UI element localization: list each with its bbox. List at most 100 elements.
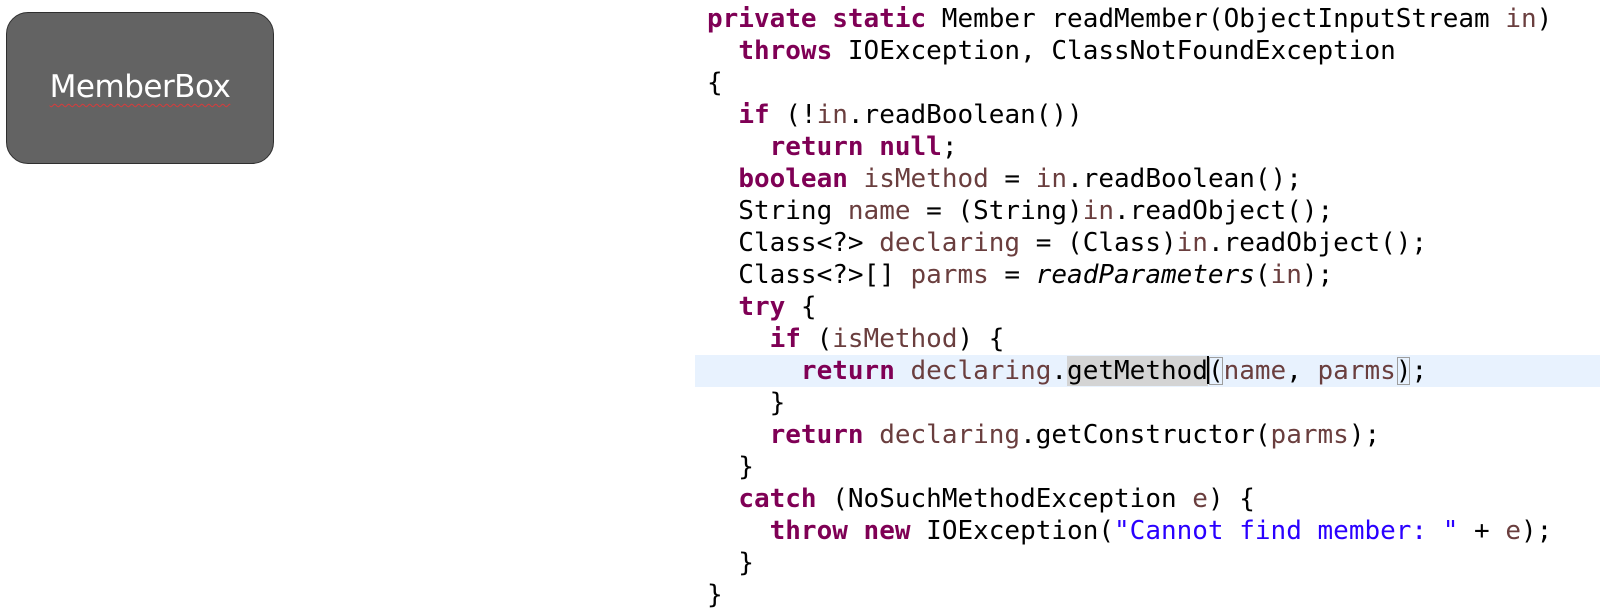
code-line-current[interactable]: return declaring.getMethod(name, parms); — [695, 355, 1600, 387]
code-token: , — [1286, 356, 1318, 386]
code-line[interactable]: } — [695, 451, 1600, 483]
code-token: ); — [1348, 420, 1381, 450]
keyword-token: boolean — [738, 164, 848, 194]
code-token: .readObject(); — [1114, 196, 1334, 226]
code-line[interactable]: try { — [695, 291, 1600, 323]
code-token: .readObject(); — [1207, 228, 1428, 258]
variable-token: isMethod — [863, 164, 989, 194]
code-token: (! — [769, 100, 817, 130]
variable-token: e — [1192, 484, 1208, 514]
keyword-token: return — [769, 420, 864, 450]
keyword-token: catch — [738, 484, 817, 514]
matching-bracket-token: ) — [1395, 356, 1412, 386]
code-token: + — [1458, 516, 1506, 546]
code-line[interactable]: Class<?> declaring = (Class)in.readObjec… — [695, 227, 1600, 259]
code-line[interactable]: throws IOException, ClassNotFoundExcepti… — [695, 35, 1600, 67]
code-token: = — [988, 164, 1036, 194]
code-token: ) { — [957, 324, 1005, 354]
keyword-token: private static — [707, 4, 927, 34]
keyword-token: try — [738, 292, 786, 322]
code-line[interactable]: private static Member readMember(ObjectI… — [695, 3, 1600, 35]
code-token: .readBoolean(); — [1067, 164, 1302, 194]
code-token: ); — [1301, 260, 1334, 290]
code-line[interactable]: } — [695, 387, 1600, 419]
variable-token: declaring — [910, 356, 1052, 386]
code-token: Member readMember(ObjectInputStream — [926, 4, 1506, 34]
code-editor[interactable]: private static Member readMember(ObjectI… — [695, 3, 1600, 611]
variable-token: parms — [910, 260, 989, 290]
code-token: } — [707, 548, 754, 578]
keyword-token: if — [769, 324, 801, 354]
variable-token: declaring — [879, 228, 1021, 258]
code-token: ; — [1411, 356, 1428, 386]
variable-token: isMethod — [832, 324, 958, 354]
code-token: } — [707, 580, 723, 610]
variable-token: e — [1505, 516, 1522, 546]
code-token: .readBoolean()) — [847, 100, 1083, 130]
variable-token: parms — [1317, 356, 1396, 386]
code-token: ; — [941, 132, 958, 162]
keyword-token: throw new — [769, 516, 911, 546]
code-line[interactable]: if (!in.readBoolean()) — [695, 99, 1600, 131]
code-token: ) — [1536, 4, 1553, 34]
code-token: .getConstructor( — [1020, 420, 1271, 450]
code-token: IOException, ClassNotFoundException — [832, 36, 1396, 66]
code-line[interactable]: if (isMethod) { — [695, 323, 1600, 355]
keyword-token: throws — [738, 36, 833, 66]
variable-token: in — [1176, 228, 1208, 258]
code-token: ); — [1521, 516, 1553, 546]
code-token: ( — [1254, 260, 1271, 290]
keyword-token: if — [738, 100, 770, 130]
code-token: (NoSuchMethodException — [816, 484, 1193, 514]
code-token: IOException( — [910, 516, 1115, 546]
code-token: } — [707, 388, 786, 418]
matching-bracket-token: ( — [1207, 356, 1224, 386]
code-token: ) { — [1207, 484, 1255, 514]
variable-token: in — [1035, 164, 1068, 194]
code-line[interactable]: String name = (String)in.readObject(); — [695, 195, 1600, 227]
code-line[interactable]: Class<?>[] parms = readParameters(in); — [695, 259, 1600, 291]
variable-token: name — [847, 196, 911, 226]
variable-token: in — [1082, 196, 1115, 226]
code-token: = (String) — [910, 196, 1083, 226]
code-line[interactable]: return null; — [695, 131, 1600, 163]
code-token: . — [1051, 356, 1068, 386]
code-line[interactable]: } — [695, 547, 1600, 579]
variable-token: in — [1270, 260, 1302, 290]
code-token: } — [707, 452, 754, 482]
code-line[interactable]: } — [695, 579, 1600, 611]
code-token: { — [785, 292, 817, 322]
string-token: "Cannot find member: " — [1114, 516, 1459, 546]
code-line[interactable]: boolean isMethod = in.readBoolean(); — [695, 163, 1600, 195]
memberbox-label: MemberBox — [49, 69, 231, 105]
code-line[interactable]: { — [695, 67, 1600, 99]
method-call-token: readParameters — [1035, 260, 1255, 290]
keyword-token: return null — [769, 132, 942, 162]
variable-token: parms — [1270, 420, 1349, 450]
code-token: ( — [800, 324, 833, 354]
code-token: { — [707, 68, 723, 98]
variable-token: declaring — [879, 420, 1021, 450]
code-token: = — [988, 260, 1036, 290]
code-line[interactable]: throw new IOException("Cannot find membe… — [695, 515, 1600, 547]
variable-token: name — [1223, 356, 1287, 386]
code-line[interactable]: return declaring.getConstructor(parms); — [695, 419, 1600, 451]
code-token: String — [707, 196, 848, 226]
code-line[interactable]: catch (NoSuchMethodException e) { — [695, 483, 1600, 515]
code-token: Class<?>[] — [707, 260, 911, 290]
code-token: Class<?> — [707, 228, 880, 258]
highlighted-occurrence-token: getMethod — [1067, 356, 1208, 386]
code-token: = (Class) — [1020, 228, 1177, 258]
